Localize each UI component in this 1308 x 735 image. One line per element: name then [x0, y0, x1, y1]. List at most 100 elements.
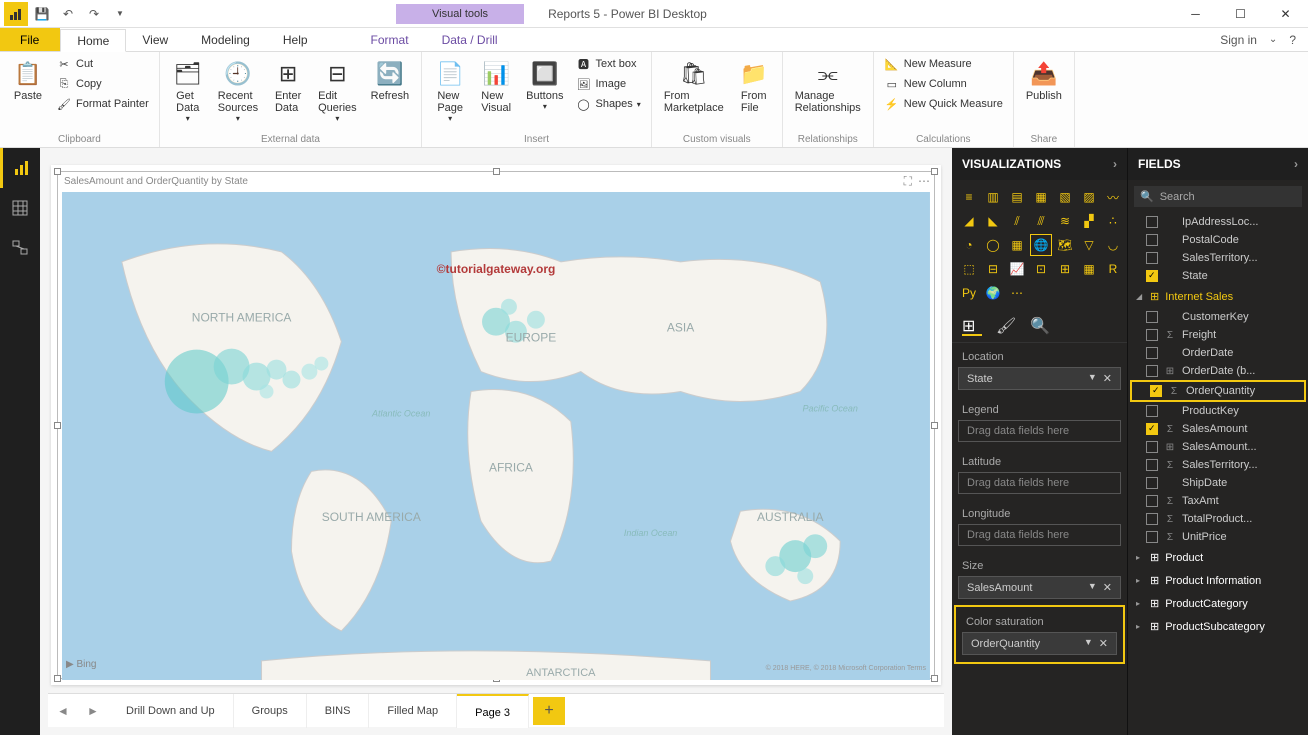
page-tab[interactable]: Drill Down and Up: [108, 694, 234, 728]
report-page[interactable]: SalesAmount and OrderQuantity by State ⛶…: [51, 165, 941, 685]
format-painter-button[interactable]: 🖌Format Painter: [52, 94, 153, 114]
stacked-column-icon[interactable]: ▥: [982, 186, 1004, 208]
field-item[interactable]: ΣSalesTerritory...: [1128, 456, 1308, 474]
waterfall-icon[interactable]: ▞: [1078, 210, 1100, 232]
new-quick-measure-button[interactable]: ⚡New Quick Measure: [880, 94, 1007, 114]
close-button[interactable]: ✕: [1263, 0, 1308, 28]
table-internet-sales[interactable]: ◢⊞Internet Sales: [1128, 285, 1308, 308]
chevron-down-icon[interactable]: ⌄: [1269, 34, 1277, 45]
field-item[interactable]: ΣUnitPrice: [1128, 528, 1308, 546]
filled-map-icon[interactable]: 🗺: [1054, 234, 1076, 256]
checkbox[interactable]: [1146, 365, 1158, 377]
add-page-button[interactable]: +: [533, 697, 565, 725]
combo1-icon[interactable]: ⫽: [1006, 210, 1028, 232]
map-visual[interactable]: SalesAmount and OrderQuantity by State ⛶…: [57, 171, 935, 679]
buttons-button[interactable]: 🔲Buttons▾: [520, 54, 569, 115]
chevron-down-icon[interactable]: ▼: [1088, 372, 1097, 385]
tab-data-drill[interactable]: Data / Drill: [426, 28, 515, 51]
tab-home[interactable]: Home: [60, 29, 126, 52]
from-file-button[interactable]: 📁From File: [732, 54, 776, 118]
table-icon[interactable]: ⊞: [1054, 258, 1076, 280]
funnel-icon[interactable]: ▽: [1078, 234, 1100, 256]
fields-header[interactable]: FIELDS›: [1128, 148, 1308, 180]
location-well[interactable]: State▼✕: [958, 367, 1121, 390]
legend-well[interactable]: Drag data fields here: [958, 420, 1121, 442]
data-view-button[interactable]: [0, 188, 40, 228]
donut-icon[interactable]: ◯: [982, 234, 1004, 256]
help-icon[interactable]: ?: [1289, 33, 1296, 47]
from-marketplace-button[interactable]: 🛍From Marketplace: [658, 54, 730, 118]
text-box-button[interactable]: 🅰Text box: [571, 54, 644, 74]
field-item[interactable]: ΣFreight: [1128, 326, 1308, 344]
table-item[interactable]: ▸⊞ProductSubcategory: [1128, 615, 1308, 638]
scatter-icon[interactable]: ∴: [1102, 210, 1124, 232]
checkbox[interactable]: [1146, 531, 1158, 543]
report-view-button[interactable]: [0, 148, 40, 188]
gauge-icon[interactable]: ◡: [1102, 234, 1124, 256]
signin-link[interactable]: Sign in: [1220, 33, 1257, 47]
minimize-button[interactable]: ─: [1173, 0, 1218, 28]
format-tab-icon[interactable]: 🖌: [996, 316, 1016, 336]
remove-size-icon[interactable]: ✕: [1103, 581, 1112, 594]
column100-icon[interactable]: ▨: [1078, 186, 1100, 208]
remove-colorsat-icon[interactable]: ✕: [1099, 637, 1108, 650]
slicer-icon[interactable]: ⊡: [1030, 258, 1052, 280]
qat-dropdown-icon[interactable]: ▼: [108, 2, 132, 26]
tab-help[interactable]: Help: [267, 28, 325, 51]
search-input[interactable]: 🔍Search: [1134, 186, 1302, 207]
table-item[interactable]: ▸⊞Product: [1128, 546, 1308, 569]
chevron-down-icon[interactable]: ▼: [1084, 637, 1093, 650]
field-item[interactable]: State: [1128, 267, 1308, 285]
undo-icon[interactable]: ↶: [56, 2, 80, 26]
table-item[interactable]: ▸⊞ProductCategory: [1128, 592, 1308, 615]
remove-location-icon[interactable]: ✕: [1103, 372, 1112, 385]
new-page-button[interactable]: 📄New Page▾: [428, 54, 472, 127]
ribbon-icon[interactable]: ≋: [1054, 210, 1076, 232]
checkbox[interactable]: [1146, 405, 1158, 417]
paste-button[interactable]: 📋Paste: [6, 54, 50, 106]
tab-modeling[interactable]: Modeling: [185, 28, 267, 51]
tab-file[interactable]: File: [0, 28, 60, 51]
checkbox[interactable]: [1146, 216, 1158, 228]
field-item[interactable]: ΣSalesAmount: [1128, 420, 1308, 438]
more-options-icon[interactable]: ⋯: [918, 174, 930, 189]
page-tab[interactable]: Page 3: [457, 694, 529, 728]
checkbox[interactable]: [1146, 270, 1158, 282]
field-item[interactable]: ProductKey: [1128, 402, 1308, 420]
field-item[interactable]: ⊞OrderDate (b...: [1128, 362, 1308, 380]
shapes-button[interactable]: ◯Shapes▾: [571, 94, 644, 114]
image-button[interactable]: 🖼Image: [571, 74, 644, 94]
field-item[interactable]: CustomerKey: [1128, 308, 1308, 326]
py-visual-icon[interactable]: Py: [958, 282, 980, 304]
focus-mode-icon[interactable]: ⛶: [904, 174, 912, 189]
enter-data-button[interactable]: ⊞Enter Data: [266, 54, 310, 118]
size-well[interactable]: SalesAmount▼✕: [958, 576, 1121, 599]
refresh-button[interactable]: 🔄Refresh: [365, 54, 416, 106]
recent-sources-button[interactable]: 🕘Recent Sources▾: [212, 54, 264, 127]
checkbox[interactable]: [1146, 441, 1158, 453]
checkbox[interactable]: [1146, 234, 1158, 246]
checkbox[interactable]: [1146, 252, 1158, 264]
kpi-icon[interactable]: 📈: [1006, 258, 1028, 280]
color-saturation-well[interactable]: OrderQuantity▼✕: [962, 632, 1117, 655]
checkbox[interactable]: [1146, 513, 1158, 525]
stacked-area-icon[interactable]: ◣: [982, 210, 1004, 232]
latitude-well[interactable]: Drag data fields here: [958, 472, 1121, 494]
combo2-icon[interactable]: ⫻: [1030, 210, 1052, 232]
field-item[interactable]: ΣTotalProduct...: [1128, 510, 1308, 528]
stacked-bar-icon[interactable]: ≡: [958, 186, 980, 208]
cut-button[interactable]: ✂Cut: [52, 54, 153, 74]
chevron-down-icon[interactable]: ▼: [1088, 581, 1097, 594]
page-tab[interactable]: BINS: [307, 694, 370, 728]
checkbox[interactable]: [1150, 385, 1162, 397]
field-item[interactable]: ΣTaxAmt: [1128, 492, 1308, 510]
r-visual-icon[interactable]: R: [1102, 258, 1124, 280]
tab-format[interactable]: Format: [355, 28, 426, 51]
page-prev-button[interactable]: ◄: [48, 704, 78, 718]
checkbox[interactable]: [1146, 495, 1158, 507]
redo-icon[interactable]: ↷: [82, 2, 106, 26]
tab-view[interactable]: View: [126, 28, 185, 51]
map-icon[interactable]: 🌐: [1030, 234, 1052, 256]
checkbox[interactable]: [1146, 329, 1158, 341]
checkbox[interactable]: [1146, 311, 1158, 323]
